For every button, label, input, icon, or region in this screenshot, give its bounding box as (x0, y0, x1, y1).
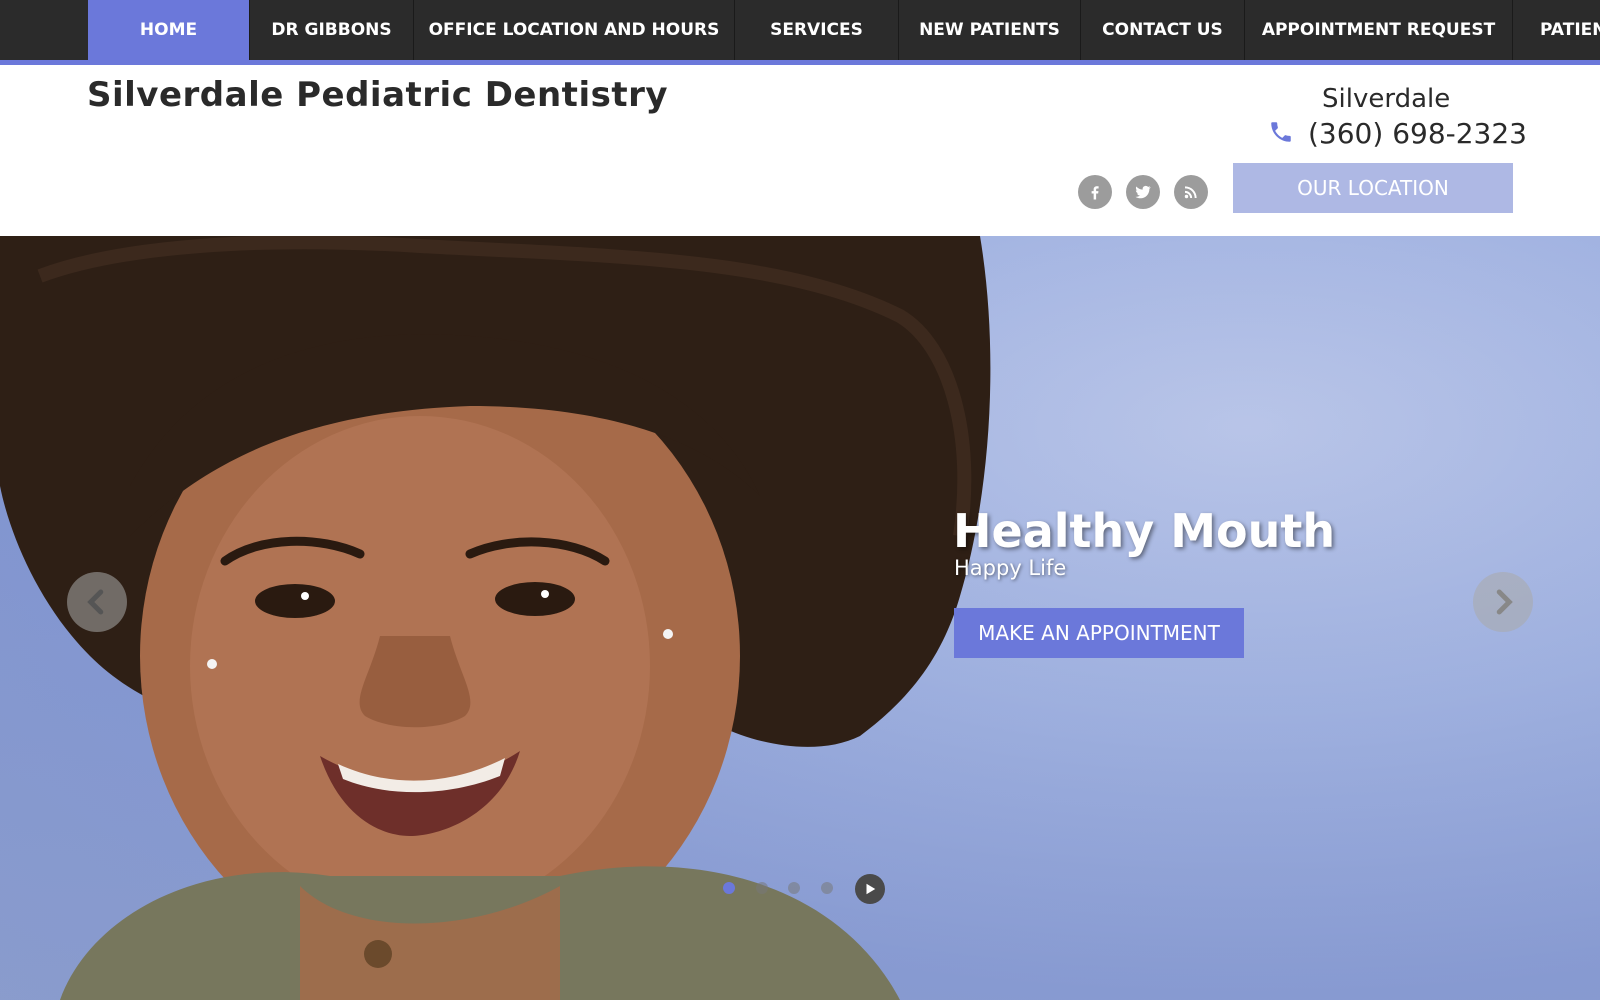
phone-icon (1268, 119, 1294, 149)
phone-number[interactable]: (360) 698-2323 (1308, 117, 1527, 150)
our-location-button[interactable]: OUR LOCATION (1233, 163, 1513, 213)
nav-item-dr-gibbons[interactable]: DR GIBBONS (250, 0, 414, 60)
hero-subtitle: Happy Life (954, 556, 1067, 580)
chevron-right-icon (1496, 589, 1513, 615)
nav-item-contact-us[interactable]: CONTACT US (1081, 0, 1245, 60)
slider-dot-2[interactable] (756, 882, 768, 894)
nav-item-patient[interactable]: PATIEN (1513, 0, 1600, 60)
main-navbar: HOME DR GIBBONS OFFICE LOCATION AND HOUR… (0, 0, 1600, 65)
twitter-icon[interactable] (1126, 175, 1160, 209)
site-title[interactable]: Silverdale Pediatric Dentistry (87, 75, 668, 115)
nav-item-home[interactable]: HOME (88, 0, 250, 60)
nav-item-office-location-hours[interactable]: OFFICE LOCATION AND HOURS (414, 0, 735, 60)
slider-dot-1[interactable] (723, 882, 735, 894)
facebook-icon[interactable] (1078, 175, 1112, 209)
slider-dot-3[interactable] (788, 882, 800, 894)
nav-item-appointment-request[interactable]: APPOINTMENT REQUEST (1245, 0, 1513, 60)
slider-play-button[interactable] (855, 874, 885, 904)
rss-icon[interactable] (1174, 175, 1208, 209)
slider-next-button[interactable] (1473, 572, 1533, 632)
location-name: Silverdale (1322, 84, 1451, 114)
chevron-left-icon (87, 589, 104, 615)
slider-prev-button[interactable] (67, 572, 127, 632)
nav-list: HOME DR GIBBONS OFFICE LOCATION AND HOUR… (88, 0, 1600, 60)
play-icon (866, 883, 876, 895)
phone-row: (360) 698-2323 (1268, 117, 1527, 150)
slider-dot-4[interactable] (821, 882, 833, 894)
site-header: Silverdale Pediatric Dentistry Silverdal… (0, 65, 1600, 236)
nav-item-services[interactable]: SERVICES (735, 0, 899, 60)
hero-slider: Healthy Mouth Happy Life MAKE AN APPOINT… (0, 236, 1600, 1000)
nav-item-new-patients[interactable]: NEW PATIENTS (899, 0, 1081, 60)
hero-title: Healthy Mouth (953, 504, 1336, 558)
hero-photo (0, 236, 991, 1000)
make-appointment-button[interactable]: MAKE AN APPOINTMENT (954, 608, 1244, 658)
